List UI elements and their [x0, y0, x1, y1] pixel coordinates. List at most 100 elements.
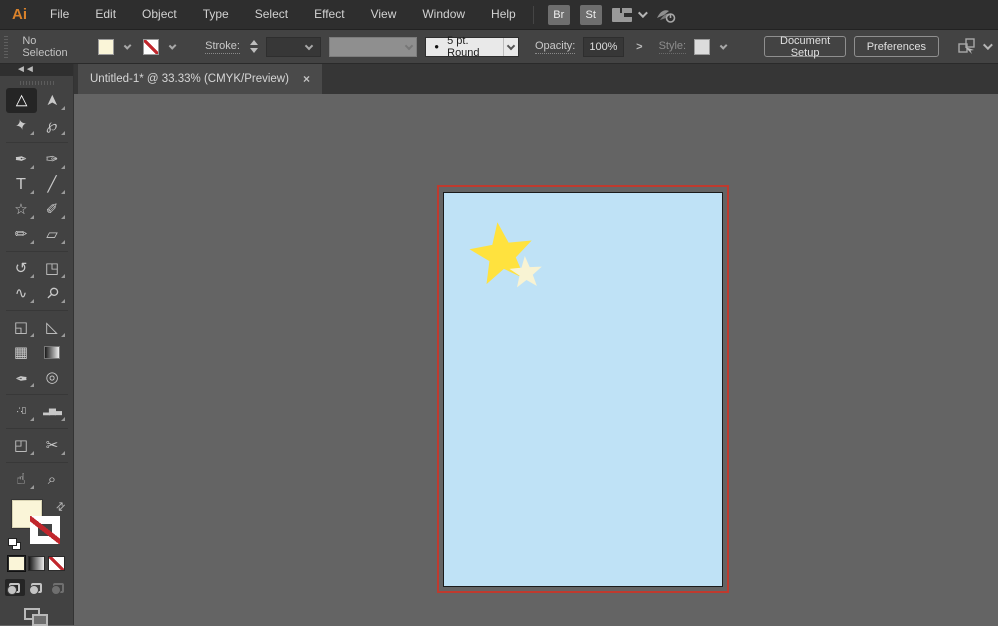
curvature-tool-icon: ✑: [46, 152, 59, 167]
lasso-tool[interactable]: ℘: [37, 113, 68, 138]
opacity-label[interactable]: Opacity:: [535, 40, 575, 54]
line-segment-tool[interactable]: ╱: [37, 172, 68, 197]
pen-tool-icon: ✒: [15, 152, 28, 167]
fill-stroke-proxy: ⇄: [6, 500, 68, 546]
control-bar-grip[interactable]: [4, 36, 8, 58]
type-tool-icon: T: [16, 177, 25, 192]
mesh-tool[interactable]: ▦: [6, 340, 37, 365]
menu-item-type[interactable]: Type: [190, 0, 242, 29]
perspective-grid-tool[interactable]: ◺: [37, 315, 68, 340]
shape-builder-tool-icon: ◱: [14, 320, 28, 335]
puppet-warp-tool[interactable]: ⚲: [37, 281, 68, 306]
shaper-tool-icon: ✏: [15, 227, 28, 242]
control-bar: No Selection Stroke: ● 5 pt. Round Opaci…: [0, 30, 998, 64]
stroke-chevron-down-icon[interactable]: [168, 41, 176, 49]
magic-wand-tool[interactable]: ✦: [6, 113, 37, 138]
stroke-proxy-swatch[interactable]: [30, 516, 60, 544]
variable-width-profile-select[interactable]: ● 5 pt. Round: [425, 37, 519, 57]
paintbrush-tool[interactable]: ✐: [37, 197, 68, 222]
graphic-style-swatch[interactable]: [694, 39, 710, 55]
menu-item-effect[interactable]: Effect: [301, 0, 357, 29]
document-tab[interactable]: Untitled-1* @ 33.33% (CMYK/Preview) ×: [78, 64, 322, 94]
menu-item-help[interactable]: Help: [478, 0, 529, 29]
brush-definition-select: [329, 37, 418, 57]
type-tool[interactable]: T: [6, 172, 37, 197]
menu-item-view[interactable]: View: [358, 0, 410, 29]
menu-item-file[interactable]: File: [37, 0, 82, 29]
stroke-weight-chevron-icon[interactable]: [304, 41, 312, 49]
menu-item-object[interactable]: Object: [129, 0, 190, 29]
opacity-expand-icon[interactable]: >: [636, 41, 642, 53]
eraser-tool[interactable]: ▱: [37, 222, 68, 247]
rotate-tool[interactable]: ↺: [6, 256, 37, 281]
select-similar-control[interactable]: [957, 38, 990, 56]
fill-chevron-down-icon[interactable]: [124, 41, 132, 49]
bridge-button[interactable]: Br: [548, 5, 570, 25]
selection-tool[interactable]: ▷: [6, 88, 37, 113]
canvas[interactable]: [74, 94, 998, 625]
puppet-warp-tool-icon: ⚲: [43, 284, 61, 302]
scale-tool[interactable]: ◳: [37, 256, 68, 281]
stock-button[interactable]: St: [580, 5, 602, 25]
swap-fill-stroke-icon[interactable]: ⇄: [53, 499, 69, 515]
gradient-button[interactable]: [28, 556, 45, 571]
column-graph-tool[interactable]: ▂▅▃: [37, 399, 68, 424]
zoom-tool[interactable]: ⌕: [37, 467, 68, 492]
artboard[interactable]: [443, 192, 723, 587]
perspective-grid-tool-icon: ◺: [46, 320, 58, 335]
width-tool[interactable]: ∿: [6, 281, 37, 306]
scale-tool-icon: ◳: [45, 261, 59, 276]
direct-selection-tool-icon: ➤: [44, 94, 59, 107]
default-fill-stroke-icon[interactable]: [8, 538, 21, 550]
chevron-down-icon: [638, 8, 648, 18]
blend-tool[interactable]: ◎: [37, 365, 68, 390]
hand-tool[interactable]: ☝: [6, 467, 37, 492]
stroke-weight-label[interactable]: Stroke:: [205, 40, 240, 54]
star-shape-tool[interactable]: ☆: [6, 197, 37, 222]
variable-width-value-wrap: ● 5 pt. Round: [426, 35, 502, 59]
gradient-tool-icon: [44, 346, 60, 359]
workspace-switcher[interactable]: [612, 8, 645, 22]
stepper-up-icon[interactable]: [250, 40, 258, 45]
menu-item-window[interactable]: Window: [409, 0, 478, 29]
direct-selection-tool[interactable]: ➤: [37, 88, 68, 113]
slice-tool[interactable]: ✂: [37, 433, 68, 458]
profile-dot-icon: ●: [434, 42, 439, 51]
artboard-tool[interactable]: ◰: [6, 433, 37, 458]
stroke-weight-select[interactable]: [266, 37, 321, 57]
gpu-performance-icon[interactable]: [655, 6, 677, 24]
gradient-tool[interactable]: [37, 340, 68, 365]
eyedropper-tool[interactable]: ✒: [6, 365, 37, 390]
tools-panel-collapse[interactable]: ◄◄: [0, 64, 73, 76]
color-button[interactable]: [8, 556, 25, 571]
curvature-tool[interactable]: ✑: [37, 147, 68, 172]
draw-behind-button[interactable]: [27, 579, 47, 596]
variable-width-chevron[interactable]: [503, 38, 518, 56]
style-chevron-icon[interactable]: [720, 41, 728, 49]
stroke-color-swatch[interactable]: [143, 39, 159, 55]
chevron-down-icon: [507, 41, 515, 49]
preferences-button[interactable]: Preferences: [854, 36, 939, 57]
opacity-value: 100%: [589, 41, 617, 53]
change-screen-mode-button[interactable]: [24, 608, 50, 625]
menu-item-edit[interactable]: Edit: [82, 0, 129, 29]
none-button[interactable]: [48, 556, 65, 571]
shaper-tool[interactable]: ✏: [6, 222, 37, 247]
shape-builder-tool[interactable]: ◱: [6, 315, 37, 340]
menu-bar: Ai FileEditObjectTypeSelectEffectViewWin…: [0, 0, 998, 30]
pen-tool[interactable]: ✒: [6, 147, 37, 172]
artboard-tool-icon: ◰: [14, 438, 28, 453]
document-setup-button[interactable]: Document Setup: [764, 36, 845, 57]
symbol-sprayer-tool[interactable]: ∴▯: [6, 399, 37, 424]
opacity-input[interactable]: 100%: [583, 37, 624, 57]
tools-panel-grip-icon[interactable]: [20, 81, 54, 85]
tab-close-icon[interactable]: ×: [303, 72, 310, 86]
selection-status-label: No Selection: [22, 35, 76, 59]
fill-color-swatch[interactable]: [98, 39, 114, 55]
menu-item-select[interactable]: Select: [242, 0, 301, 29]
draw-normal-button[interactable]: [5, 579, 25, 596]
stroke-weight-stepper[interactable]: [250, 40, 258, 53]
draw-inside-icon: [53, 583, 64, 593]
stepper-down-icon[interactable]: [250, 48, 258, 53]
symbol-sprayer-tool-icon: ∴▯: [17, 407, 26, 416]
